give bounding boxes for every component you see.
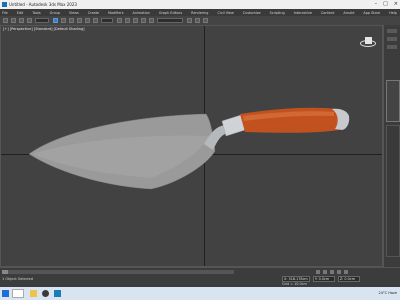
render-setup-icon[interactable] [195,18,200,23]
close-button[interactable]: × [394,1,398,7]
main-toolbar [0,16,400,25]
modify-panel-tab[interactable] [387,37,397,41]
name-color-rollout [386,125,400,257]
create-panel-tab[interactable] [387,29,397,33]
menu-graph-editors[interactable]: Graph Editors [159,11,182,15]
trowel-handle [240,107,345,133]
object-type-rollout[interactable] [386,80,400,122]
menu-customize[interactable]: Customize [243,11,261,15]
rotate-icon[interactable] [85,18,90,23]
material-editor-icon[interactable] [187,18,192,23]
menu-create[interactable]: Create [88,11,99,15]
title-bar: Untitled - Autodesk 3ds Max 2023 – □ × [0,0,400,9]
z-coordinate-field[interactable]: Z: 0.0cm [337,276,360,282]
region-select-icon[interactable] [69,18,74,23]
grid-size-label: Grid = 10.0cm [282,282,307,286]
unlink-icon[interactable] [27,18,32,23]
menu-rendering[interactable]: Rendering [191,11,208,15]
menu-views[interactable]: Views [69,11,79,15]
menu-interactive[interactable]: Interactive [294,11,312,15]
menu-arnold[interactable]: Arnold [343,11,354,15]
system-tray: 24°C Haze [378,291,397,295]
angle-snap-icon[interactable] [125,18,130,23]
menu-bar: File Edit Tools Group Views Create Modif… [0,9,400,16]
minimize-button[interactable]: – [375,1,378,7]
file-explorer-icon[interactable] [30,290,37,297]
3dsmax-icon [2,2,7,7]
window-title: Untitled - Autodesk 3ds Max 2023 [9,2,77,7]
select-object-icon[interactable] [53,18,58,23]
menu-scripting[interactable]: Scripting [270,11,285,15]
selection-status: 1 Object Selected [2,277,34,281]
menu-group[interactable]: Group [50,11,60,15]
3dsmax-taskbar-icon[interactable] [54,290,61,297]
menu-modifiers[interactable]: Modifiers [108,11,123,15]
play-icon[interactable] [330,270,334,274]
previous-frame-icon[interactable] [323,270,327,274]
windows-taskbar: 24°C Haze [0,287,400,300]
time-slider[interactable] [2,270,234,274]
go-to-start-icon[interactable] [316,270,320,274]
move-icon[interactable] [77,18,82,23]
redo-icon[interactable] [11,18,16,23]
playback-controls [316,270,348,274]
undo-icon[interactable] [3,18,8,23]
y-coordinate-field[interactable]: Y: 0.0cm [312,276,335,282]
command-panel [383,25,400,267]
hierarchy-panel-tab[interactable] [387,45,397,49]
link-icon[interactable] [19,18,24,23]
window-controls: – □ × [375,1,398,7]
maximize-button[interactable]: □ [383,1,388,7]
menu-help[interactable]: Help [389,11,397,15]
scale-icon[interactable] [93,18,98,23]
align-icon[interactable] [149,18,154,23]
render-icon[interactable] [203,18,208,23]
menu-civil-view[interactable]: Civil View [217,11,233,15]
selection-filter-dropdown[interactable] [35,18,49,23]
menu-tools[interactable]: Tools [32,11,40,15]
select-by-name-icon[interactable] [61,18,66,23]
reference-coord-dropdown[interactable] [101,18,113,23]
next-frame-icon[interactable] [337,270,341,274]
menu-content[interactable]: Content [321,11,335,15]
chrome-icon[interactable] [42,290,49,297]
percent-snap-icon[interactable] [133,18,138,23]
trowel-model[interactable] [1,26,383,267]
named-selection-dropdown[interactable] [157,18,183,23]
mirror-icon[interactable] [141,18,146,23]
snaps-toggle-icon[interactable] [117,18,122,23]
menu-animation[interactable]: Animation [133,11,150,15]
menu-app-store[interactable]: App Store [363,11,380,15]
status-bar: 1 Object Selected X: 318.178cm Y: 0.0cm … [0,267,400,287]
windows-start-icon[interactable] [2,290,9,297]
menu-file[interactable]: File [2,11,8,15]
search-icon[interactable] [12,289,24,298]
go-to-end-icon[interactable] [344,270,348,274]
menu-edit[interactable]: Edit [17,11,24,15]
perspective-viewport[interactable]: [+] [Perspective] [Standard] [Default Sh… [0,25,383,267]
